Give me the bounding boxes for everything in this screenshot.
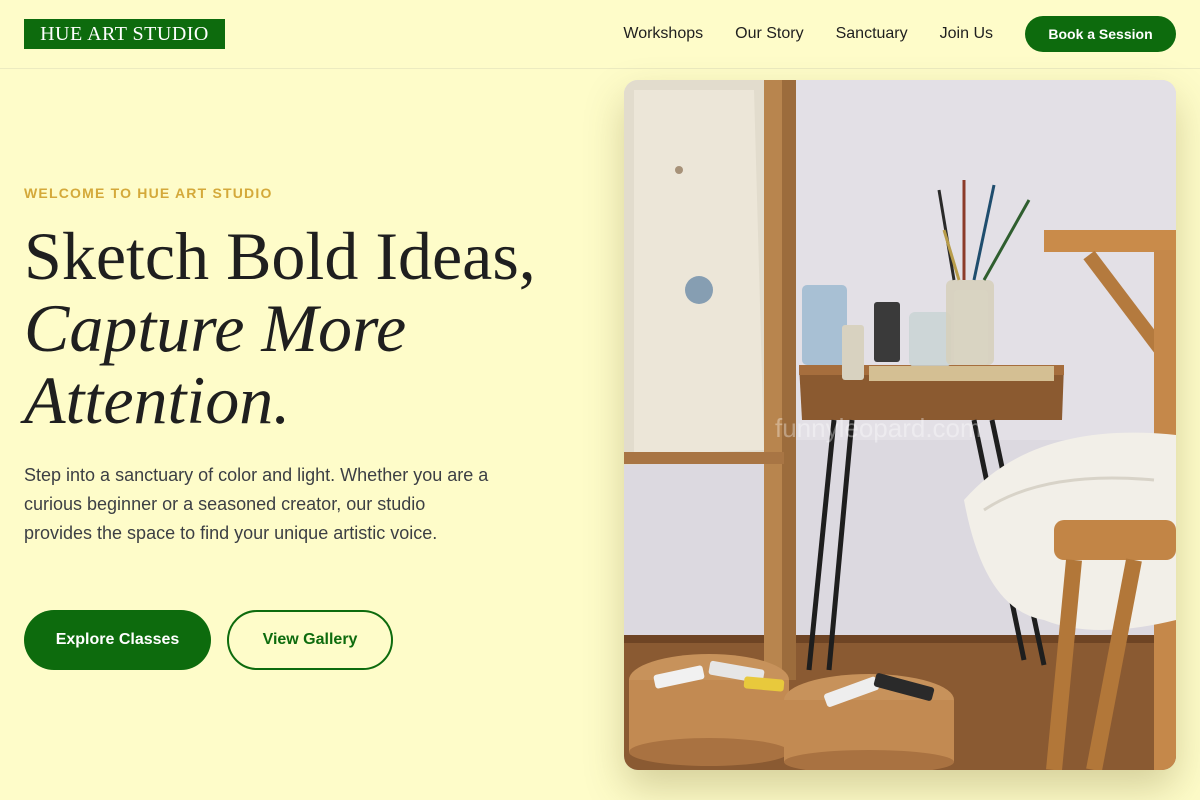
nav-link-join-us[interactable]: Join Us: [940, 25, 993, 43]
nav-link-sanctuary[interactable]: Sanctuary: [836, 25, 908, 43]
nav-link-workshops[interactable]: Workshops: [623, 25, 703, 43]
hero-description: Step into a sanctuary of color and light…: [24, 465, 489, 543]
book-session-button[interactable]: Book a Session: [1025, 16, 1176, 52]
hero-headline: Sketch Bold Ideas, Capture More Attentio…: [24, 220, 604, 436]
headline-line-3: Attention.: [24, 362, 291, 438]
top-navigation-bar: HUE ART STUDIO Workshops Our Story Sanct…: [0, 0, 1200, 69]
hero-eyebrow: WELCOME TO HUE ART STUDIO: [24, 185, 273, 201]
headline-line-2: Capture More: [24, 290, 407, 366]
view-gallery-button[interactable]: View Gallery: [227, 610, 393, 670]
headline-line-1: Sketch Bold Ideas,: [24, 218, 536, 294]
logo[interactable]: HUE ART STUDIO: [24, 19, 225, 49]
explore-classes-button[interactable]: Explore Classes: [24, 610, 211, 670]
image-watermark: funnyleopard.com: [775, 413, 982, 443]
main-nav: Workshops Our Story Sanctuary Join Us Bo…: [623, 0, 1176, 68]
nav-link-our-story[interactable]: Our Story: [735, 25, 803, 43]
